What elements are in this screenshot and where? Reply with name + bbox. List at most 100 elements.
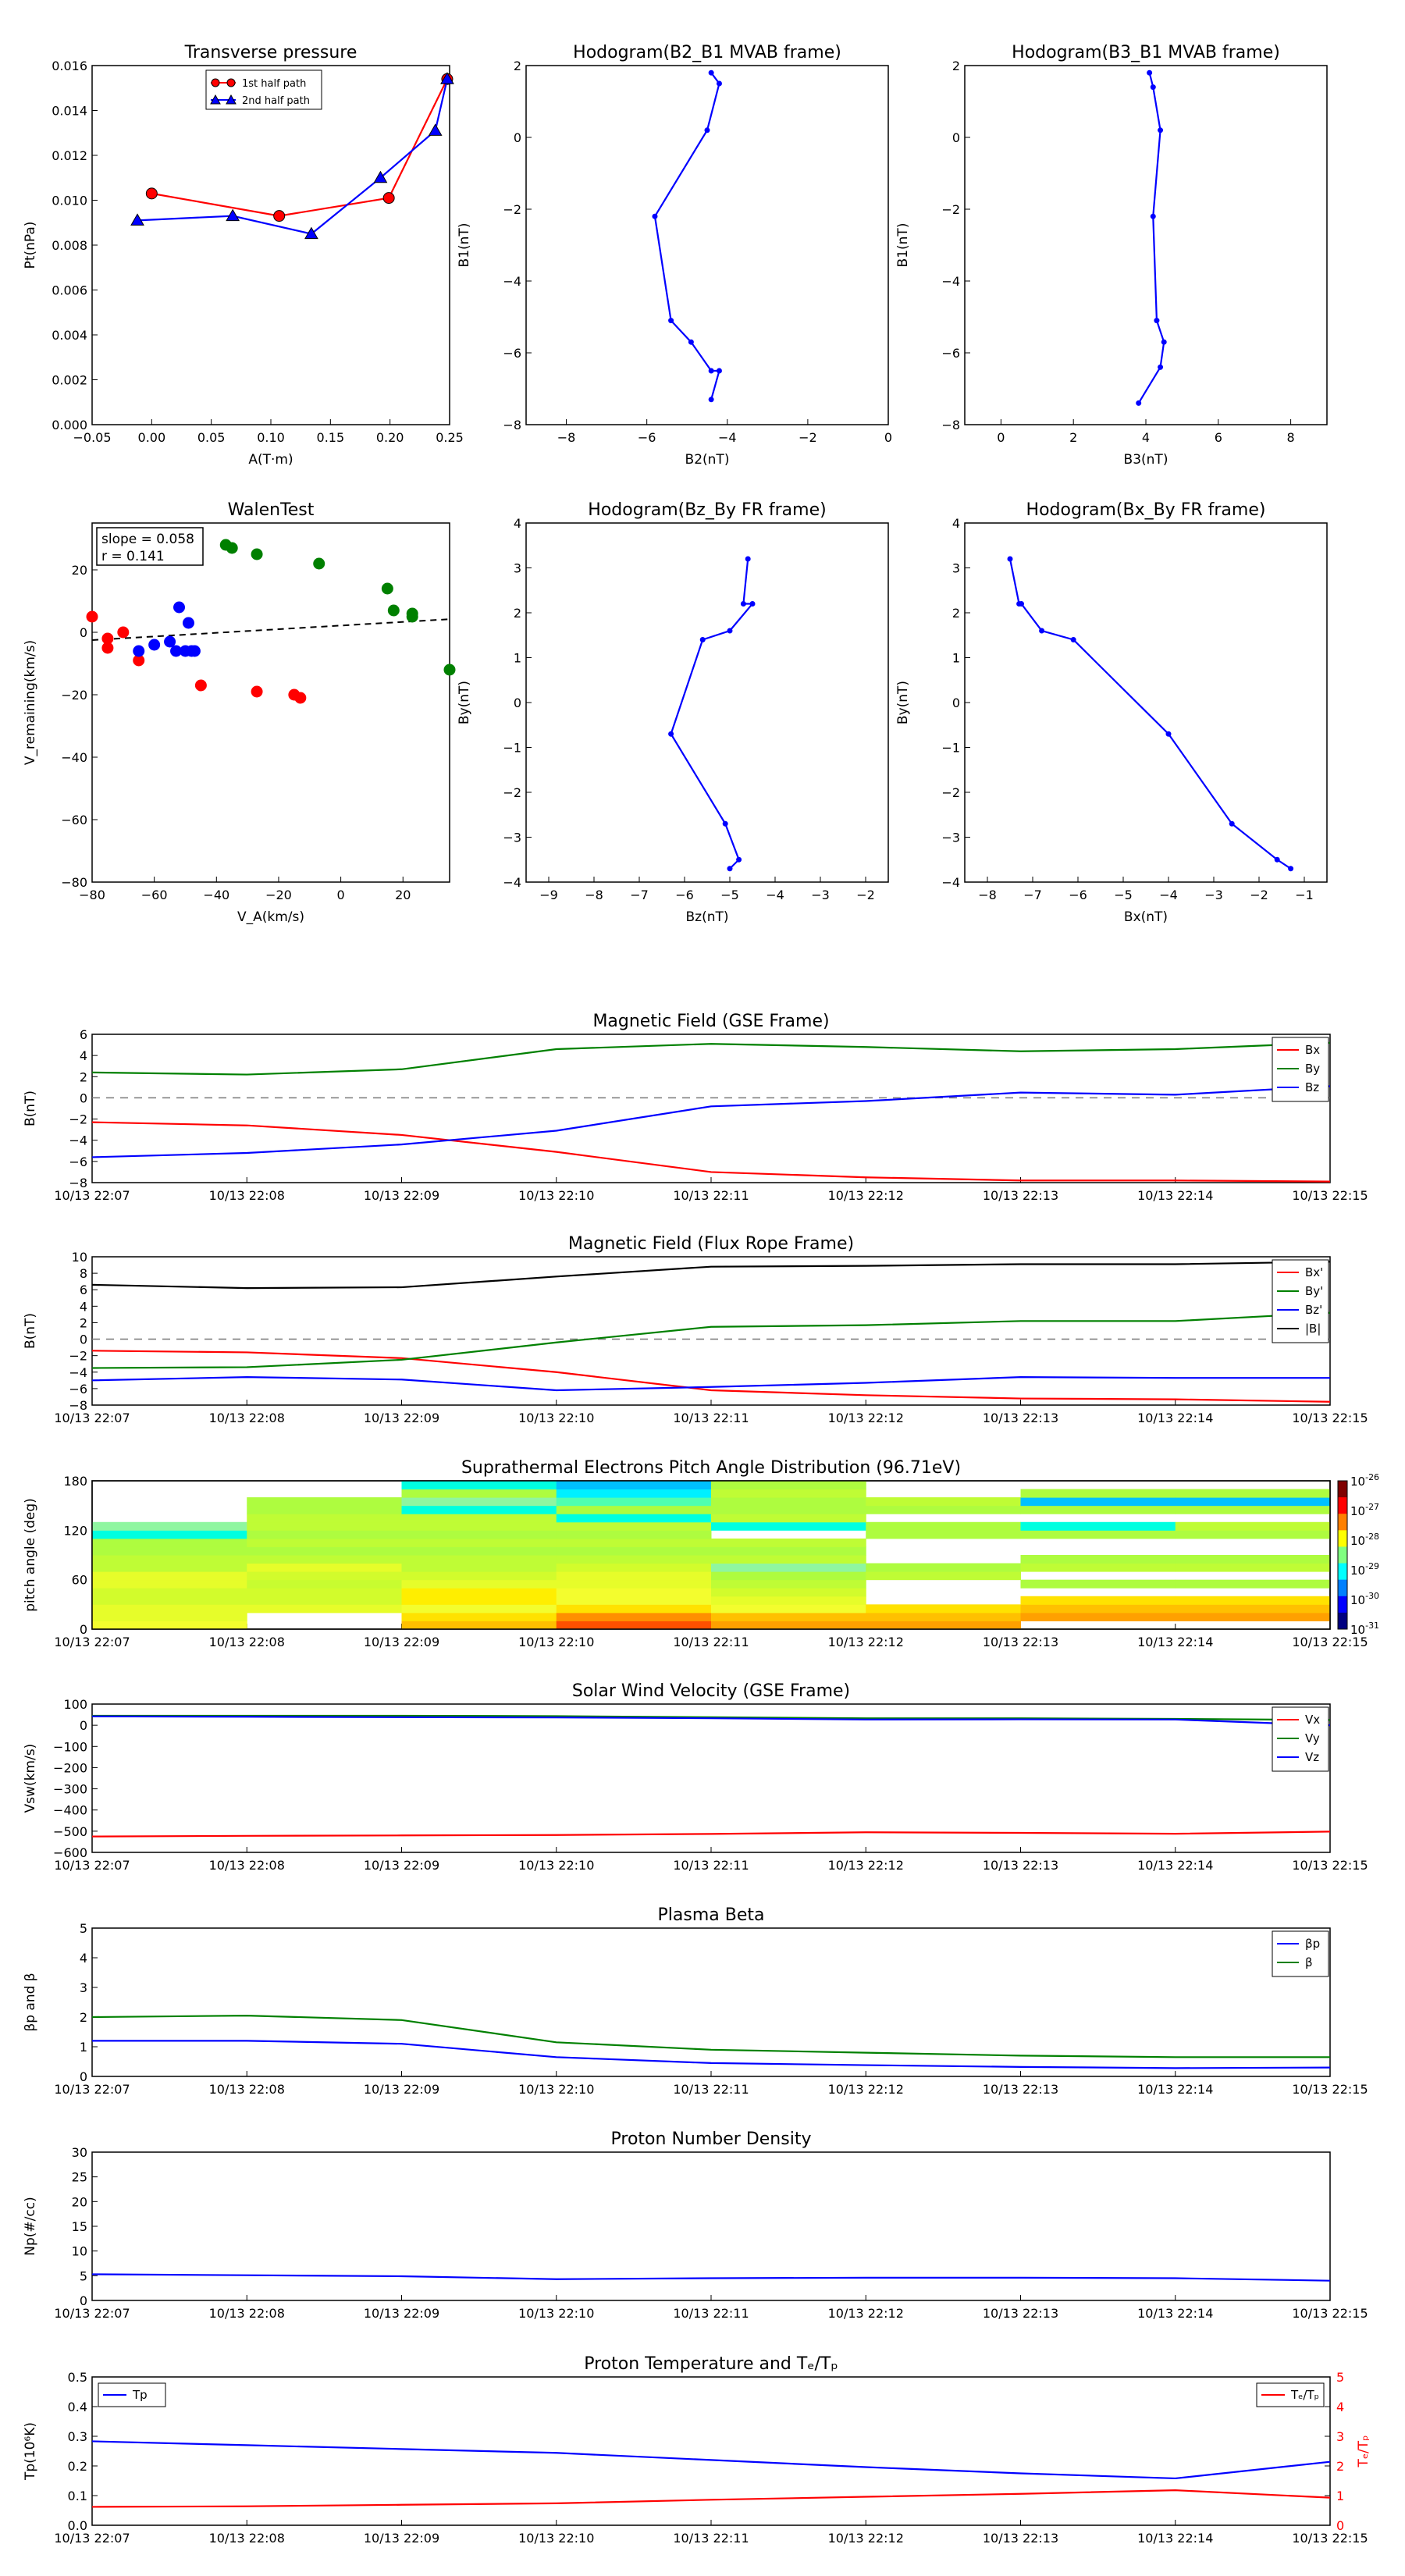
walen-test-ytick-label: −40: [61, 750, 87, 765]
transverse-pressure-ytick-label: 0.006: [52, 283, 87, 298]
heatmap-cell: [92, 1604, 247, 1614]
proton-density-xtick-label: 10/13 22:10: [518, 2306, 594, 2321]
hodogram-bz-by-ytick-label: 3: [514, 561, 521, 576]
heatmap-cell: [247, 1571, 402, 1581]
proton-temperature-ytick-label: 0.4: [68, 2400, 87, 2414]
heatmap-cell: [92, 1530, 247, 1539]
magnetic-field-gse-series-By: [91, 1041, 1331, 1076]
heatmap-cell: [711, 1612, 866, 1621]
plasma-beta-legend-label: βp: [1305, 1937, 1320, 1951]
magnetic-field-fr-ytick-label: 10: [72, 1250, 87, 1265]
chart-hodogram-b3-b1: Hodogram(B3_B1 MVAB frame) B3(nT) B1(nT) 0 2…: [895, 43, 1328, 468]
heatmap-cell: [401, 1563, 557, 1572]
plasma-beta-ytick-label: 3: [80, 1980, 87, 1995]
hodogram-bx-by-ytick-label: −2: [941, 785, 960, 800]
transverse-pressure-xtick-label: 0.05: [197, 430, 226, 445]
hodogram-bx-by-ytick-label: 1: [952, 651, 960, 666]
hodogram-bx-by-xtick-label: −7: [1023, 888, 1042, 902]
heatmap-cell: [711, 1588, 866, 1597]
heatmap-cell: [556, 1514, 712, 1523]
magnetic-field-fr-legend-label: Bz': [1305, 1303, 1322, 1317]
hodogram-bx-by-series-line: [1008, 558, 1292, 870]
walen-test-ytick-label: 20: [72, 563, 87, 578]
heatmap-cell: [247, 1579, 402, 1589]
proton-density-ytick-label: 30: [72, 2145, 87, 2160]
magnetic-field-gse-ylabel: B(nT): [23, 1091, 38, 1126]
plasma-beta-ytick-label: 4: [80, 1951, 87, 1966]
chart-hodogram-b2-b1: Hodogram(B2_B1 MVAB frame) B2(nT) B1(nT) −8…: [457, 43, 892, 468]
walen-test-point: [173, 601, 186, 614]
colorbar-tick-label: 10-29: [1350, 1561, 1379, 1578]
chart-hodogram-bz-by: Hodogram(Bz_By FR frame) Bz(nT) By(nT) −9 −8…: [457, 500, 889, 925]
heatmap-cell: [92, 1621, 247, 1630]
hodogram-bz-by-xtick-label: −5: [720, 888, 739, 902]
heatmap-cell: [401, 1514, 557, 1523]
proton-temperature-xtick-label: 10/13 22:09: [364, 2531, 439, 2546]
hodogram-bz-by-ytick-label: 1: [514, 651, 521, 666]
hodogram-bx-by-xtick-label: −6: [1069, 888, 1087, 902]
hodogram-bx-by-frame: [964, 522, 1328, 883]
hodogram-bx-by-title: Hodogram(Bx_By FR frame): [1026, 500, 1266, 520]
heatmap-cell: [866, 1505, 1021, 1514]
hodogram-b2-b1-xtick-label: −6: [638, 430, 656, 445]
heatmap-cell: [401, 1604, 557, 1614]
solar-wind-velocity-xtick-label: 10/13 22:14: [1137, 1858, 1213, 1873]
heatmap-cell: [92, 1596, 247, 1605]
solar-wind-velocity-legend-label: Vz: [1305, 1750, 1319, 1764]
heatmap-cell: [1020, 1505, 1176, 1514]
colorbar-segment: [1338, 1514, 1347, 1531]
hodogram-b2-b1-point: [708, 368, 714, 374]
chart-walen-test: WalenTest V_A(km/s) V_remaining(km/s) −80 −6…: [23, 500, 456, 925]
proton-density-ytick-label: 15: [72, 2219, 87, 2234]
hodogram-bz-by-xtick-label: −6: [675, 888, 694, 902]
walen-test-ytick-label: −80: [61, 875, 87, 890]
magnetic-field-gse-ytick-label: −2: [69, 1112, 87, 1127]
hodogram-bz-by-ytick-label: 0: [514, 696, 521, 710]
plasma-beta-frame: [91, 1927, 1331, 2077]
hodogram-bx-by-xtick-label: −8: [978, 888, 997, 902]
pitch-angle-title: Suprathermal Electrons Pitch Angle Distr…: [461, 1458, 961, 1478]
hodogram-bx-by-point: [1229, 820, 1235, 827]
walen-test-xtick-label: −20: [265, 888, 292, 902]
proton-temperature-xtick-label: 10/13 22:14: [1137, 2531, 1213, 2546]
magnetic-field-gse-xtick-label: 10/13 22:08: [209, 1188, 285, 1203]
heatmap-cell: [1020, 1596, 1176, 1605]
solar-wind-velocity-title: Solar Wind Velocity (GSE Frame): [572, 1681, 850, 1701]
heatmap-cell: [92, 1563, 247, 1572]
walen-test-title: WalenTest: [228, 500, 315, 520]
heatmap-cell: [866, 1497, 1021, 1507]
plasma-beta-xtick-label: 10/13 22:12: [828, 2082, 904, 2097]
heatmap-cell: [556, 1612, 712, 1621]
pitch-angle-xtick-label: 10/13 22:11: [673, 1635, 749, 1649]
heatmap-cell: [866, 1604, 1021, 1614]
chart-magnetic-field-fr: Magnetic Field (Flux Rope Frame)B(nT)−8−…: [23, 1234, 1368, 1425]
walen-test-ytick-label: 0: [80, 625, 87, 640]
heatmap-cell: [401, 1521, 557, 1531]
magnetic-field-fr-series-B: [91, 1261, 1331, 1290]
hodogram-b3-b1-frame: [964, 65, 1328, 425]
magnetic-field-gse-xtick-label: 10/13 22:07: [54, 1188, 130, 1203]
magnetic-field-gse-ytick-label: 4: [80, 1048, 87, 1063]
heatmap-cell: [401, 1596, 557, 1605]
hodogram-bz-by-point: [745, 556, 751, 562]
colorbar-tick-label: 10-26: [1350, 1472, 1379, 1489]
hodogram-bz-by-point: [749, 601, 756, 607]
magnetic-field-gse-legend-label: Bz: [1305, 1080, 1319, 1094]
solar-wind-velocity-ytick-label: −100: [53, 1739, 87, 1754]
plasma-beta-xtick-label: 10/13 22:15: [1292, 2082, 1368, 2097]
hodogram-bx-by-ylabel: By(nT): [895, 681, 911, 724]
colorbar-segment: [1338, 1563, 1347, 1581]
plasma-beta-xtick-label: 10/13 22:09: [364, 2082, 439, 2097]
heatmap-cell: [556, 1579, 712, 1589]
plasma-beta-xtick-label: 10/13 22:08: [209, 2082, 285, 2097]
plasma-beta-xtick-label: 10/13 22:10: [518, 2082, 594, 2097]
hodogram-bz-by-point: [668, 731, 674, 737]
heatmap-cell: [1175, 1530, 1331, 1539]
walen-test-point: [443, 664, 456, 676]
heatmap-cell: [92, 1571, 247, 1581]
colorbar-exponent: -26: [1365, 1472, 1379, 1482]
heatmap-cell: [711, 1621, 866, 1630]
hodogram-b2-b1-series-line: [653, 72, 720, 400]
proton-temperature-ylabel: Tp(10⁶K): [23, 2422, 38, 2481]
magnetic-field-gse-title: Magnetic Field (GSE Frame): [592, 1012, 829, 1031]
